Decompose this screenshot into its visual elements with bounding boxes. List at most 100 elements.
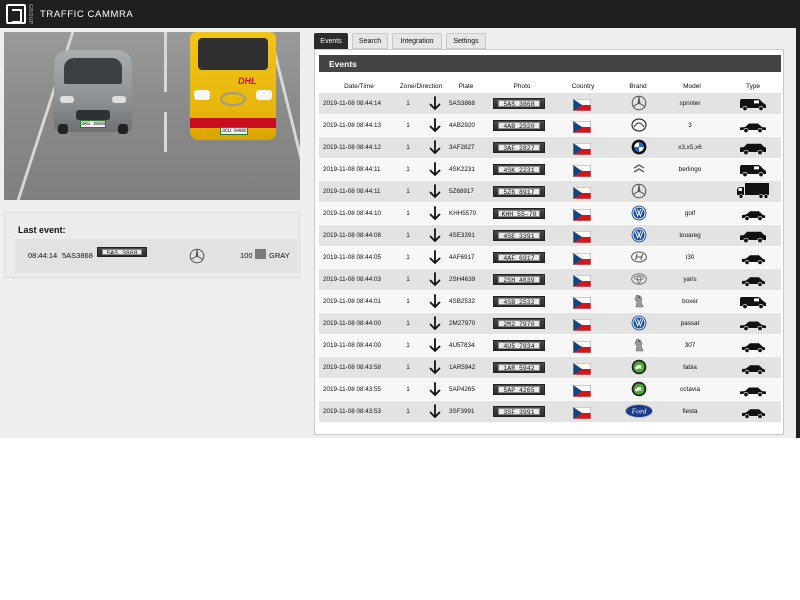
last-event-plate-photo[interactable]: 5AS 3868 [97, 247, 147, 257]
row-plate: 5Z68917 [449, 188, 474, 195]
table-row[interactable]: 2019-11-08 08:43:53 1 3SF3991 3SF 3991 Ford f… [319, 401, 781, 422]
row-plate: 4AB2920 [449, 122, 475, 129]
row-plate: 3AF2827 [449, 144, 475, 151]
table-row[interactable]: 2019-11-08 08:44:13 1 4AB2920 4AB 2920 3 [319, 115, 781, 136]
table-row[interactable]: 2019-11-08 08:43:55 1 5AP4265 5AP 4265 octav… [319, 379, 781, 400]
table-row[interactable]: 2019-11-08 08:44:11 1 5Z68917 5Z6 8917 [319, 181, 781, 202]
row-model: fabia [683, 364, 697, 371]
czech-flag-icon [573, 296, 591, 309]
skoda-icon [631, 381, 647, 397]
sedan-icon [736, 119, 770, 134]
tab-settings[interactable]: Settings [446, 33, 486, 49]
mercedes-icon [631, 183, 647, 199]
row-plate-photo[interactable]: 3SF 3991 [493, 406, 545, 417]
arrow-down-icon [429, 294, 441, 309]
row-model: berlingo [678, 166, 702, 173]
row-plate-photo[interactable]: KHH 55-70 [493, 208, 545, 219]
bmw-icon [631, 139, 647, 155]
events-panel: Events Date/Time Zone/Direction Plate Ph… [314, 49, 784, 435]
row-datetime: 2019-11-08 08:44:05 [323, 254, 382, 261]
row-plate-photo[interactable]: 4AF 6917 [493, 252, 545, 263]
row-zone: 1 [406, 122, 410, 129]
row-plate-photo[interactable]: 2SH 4639 [493, 274, 545, 285]
peugeot-icon [631, 337, 647, 353]
table-row[interactable]: 2019-11-08 08:43:58 1 1AR5942 1AR 5942 fabia [319, 357, 781, 378]
column-photo[interactable]: Photo [509, 83, 535, 90]
last-event-row[interactable]: 08:44:14 5AS3868 5AS 3868 100 GRAY [15, 239, 298, 273]
row-plate-photo[interactable]: 3AF 2827 [493, 142, 545, 153]
arrow-down-icon [429, 404, 441, 419]
color-swatch [255, 249, 266, 259]
sedan-icon [736, 383, 770, 398]
table-row[interactable]: 2019-11-08 08:44:12 1 3AF2827 3AF 2827 x3,x5… [319, 137, 781, 158]
table-row[interactable]: 2019-11-08 08:44:03 1 2SH4639 2SH 4639 yaris [319, 269, 781, 290]
row-plate-photo[interactable]: 1AR 5942 [493, 362, 545, 373]
table-row[interactable]: 2019-11-08 08:44:11 1 4SK2231 4SK 2231 berli… [319, 159, 781, 180]
row-datetime: 2019-11-08 08:44:01 [323, 298, 382, 305]
row-plate-photo-text: 5Z6 8917 [498, 188, 540, 195]
table-row[interactable]: 2019-11-08 08:44:00 1 4U57834 4U5 7834 307 [319, 335, 781, 356]
row-model: 3 [688, 122, 692, 129]
row-model: octavia [680, 386, 700, 393]
column-country[interactable]: Country [567, 83, 599, 90]
top-bar: GROUP TRAFFIC CAMMRA [0, 0, 800, 28]
peugeot-icon [631, 293, 647, 309]
row-zone: 1 [406, 144, 410, 151]
row-model: x3,x5,x6 [678, 144, 702, 151]
table-row[interactable]: 2019-11-08 08:44:01 1 4SB2532 4SB 2532 boxer [319, 291, 781, 312]
row-plate-photo[interactable]: 2M2 7970 [493, 318, 545, 329]
column-datetime[interactable]: Date/Time [333, 83, 385, 90]
row-plate-photo[interactable]: 4SB 2532 [493, 296, 545, 307]
table-row[interactable]: 2019-11-08 08:44:14 1 5AS3868 5AS 3868 sprin… [319, 93, 781, 114]
row-plate-photo[interactable]: 4AB 2920 [493, 120, 545, 131]
row-zone: 1 [406, 342, 410, 349]
row-zone: 1 [406, 100, 410, 107]
row-plate: 3SF3991 [449, 408, 475, 415]
row-plate-photo-text: 3SF 3991 [498, 408, 540, 415]
column-zone[interactable]: Zone/Direction [395, 83, 447, 90]
row-plate-photo[interactable]: 4SK 2231 [493, 164, 545, 175]
tab-search[interactable]: Search [352, 33, 388, 49]
row-datetime: 2019-11-08 08:44:14 [323, 100, 382, 107]
vw-icon [631, 315, 647, 331]
row-plate: 4U57834 [449, 342, 475, 349]
hatch-icon [736, 339, 770, 353]
column-model[interactable]: Model [677, 83, 707, 90]
row-plate-photo[interactable]: 5AP 4265 [493, 384, 545, 395]
row-datetime: 2019-11-08 08:44:08 [323, 232, 382, 239]
last-event-panel: Last event: 08:44:14 5AS3868 5AS 3868 10… [4, 212, 300, 278]
column-brand[interactable]: Brand [623, 83, 653, 90]
tab-integration[interactable]: Integration [392, 33, 442, 49]
vw-icon [631, 205, 647, 221]
camera-view: 3AS 3868 DHL 3CU 6488 [4, 32, 300, 200]
row-plate-photo-text: 4AF 6917 [498, 254, 540, 261]
table-row[interactable]: 2019-11-08 08:44:08 1 4SE3391 4SE 3391 touar… [319, 225, 781, 246]
row-plate-photo[interactable]: 4SE 3391 [493, 230, 545, 241]
row-plate-photo-text: 4AB 2920 [498, 122, 540, 129]
arrow-down-icon [429, 338, 441, 353]
row-plate-photo-text: 4SE 3391 [498, 232, 540, 239]
row-datetime: 2019-11-08 08:44:11 [323, 166, 381, 173]
column-plate[interactable]: Plate [453, 83, 479, 90]
sedan-icon [736, 317, 770, 332]
table-row[interactable]: 2019-11-08 08:44:00 1 2M27970 2M2 7970 passa… [319, 313, 781, 334]
table-row[interactable]: 2019-11-08 08:44:10 1 KHH5570 KHH 55-70 golf [319, 203, 781, 224]
last-event-title: Last event: [18, 225, 66, 235]
column-type[interactable]: Type [741, 83, 765, 90]
tab-events[interactable]: Events [314, 33, 348, 49]
row-plate-photo[interactable]: 5AS 3868 [493, 98, 545, 109]
table-row[interactable]: 2019-11-08 08:44:05 1 4AF6917 4AF 6917 i30 [319, 247, 781, 268]
row-zone: 1 [406, 210, 410, 217]
row-plate-photo[interactable]: 5Z6 8917 [493, 186, 545, 197]
czech-flag-icon [573, 252, 591, 265]
row-model: boxer [682, 298, 698, 305]
svg-text:Ford: Ford [631, 407, 647, 416]
last-event-plate-photo-text: 5AS 3868 [102, 249, 142, 255]
czech-flag-icon [573, 230, 591, 243]
vw-icon [631, 227, 647, 243]
company-logo [6, 4, 26, 24]
row-plate-photo[interactable]: 4U5 7834 [493, 340, 545, 351]
row-plate-photo-text: 2SH 4639 [498, 276, 540, 283]
toyota-icon [631, 271, 647, 287]
row-plate: 2M27970 [449, 320, 476, 327]
